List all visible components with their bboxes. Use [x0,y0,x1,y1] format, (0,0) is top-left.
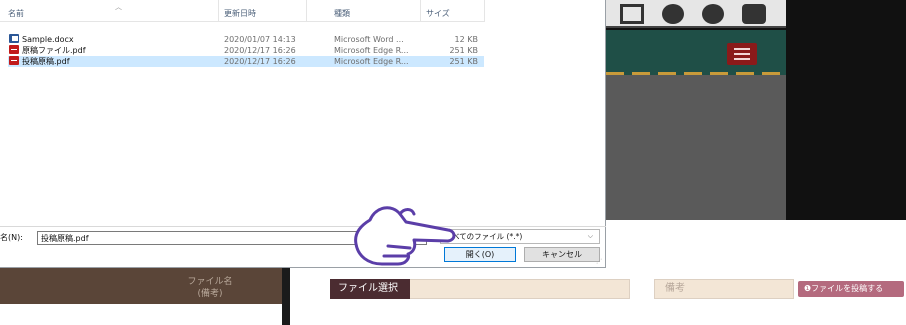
memo-input[interactable]: 備考 [654,279,794,299]
dialog-footer-divider [0,226,606,227]
app-nav-stripe [606,72,786,75]
panel-divider [282,268,290,325]
column-header-date[interactable]: 更新日時 [224,8,256,19]
file-date: 2020/12/17 16:26 [224,46,296,55]
file-date: 2020/12/17 16:26 [224,57,296,66]
resize-grip-icon[interactable]: ⋰ [596,258,602,265]
pdf-icon [9,45,19,54]
file-row[interactable]: 原稿ファイル.pdf 2020/12/17 16:26 Microsoft Ed… [8,45,484,56]
column-header-name[interactable]: 名前 [8,8,24,19]
column-header-type[interactable]: 種類 [334,8,350,19]
file-name: Sample.docx [22,35,74,44]
file-list-column-header: ファイル名 (備考) [160,276,260,300]
app-right-area [786,0,906,220]
hamburger-menu-icon[interactable] [727,43,757,65]
file-type: Microsoft Word ... [334,35,404,44]
word-doc-icon [9,34,19,43]
file-type: Microsoft Edge R... [334,57,409,66]
filename-label: 名(N): [0,233,23,242]
file-type: Microsoft Edge R... [334,46,409,55]
file-name: 投稿原稿.pdf [22,57,70,66]
filetype-select[interactable]: すべてのファイル (*.*) ⌵ [440,229,600,244]
file-size: 251 KB [449,57,478,66]
chevron-down-icon: ⌵ [587,232,593,240]
share-icon[interactable] [742,4,766,24]
post-file-button[interactable]: ❶ファイルを投稿する [798,281,904,297]
file-row[interactable]: Sample.docx 2020/01/07 14:13 Microsoft W… [8,34,484,45]
file-size: 251 KB [449,46,478,55]
app-nav-band [606,30,786,74]
mail-icon[interactable] [620,4,644,24]
pointing-hand-icon [354,206,456,266]
file-name: 原稿ファイル.pdf [22,46,86,55]
file-select-button[interactable]: ファイル選択 [330,279,410,299]
cancel-button[interactable]: キャンセル [524,247,600,262]
memo-column-label: (備考) [197,289,223,299]
gear-icon[interactable] [662,4,684,24]
file-date: 2020/01/07 14:13 [224,35,296,44]
file-size: 12 KB [454,35,478,44]
file-name-column-label: ファイル名 [187,277,233,287]
sort-arrow-icon: ︿ [115,3,122,11]
file-list-header-row: ︿ 名前 更新日時 種類 サイズ [0,0,485,22]
file-row-selected[interactable]: 投稿原稿.pdf 2020/12/17 16:26 Microsoft Edge… [8,56,484,67]
file-open-dialog: ︿ 名前 更新日時 種類 サイズ Sample.docx 2020/01/07 … [0,0,606,268]
help-icon[interactable] [702,4,724,24]
column-header-size[interactable]: サイズ [426,8,450,19]
pdf-icon [9,56,19,65]
